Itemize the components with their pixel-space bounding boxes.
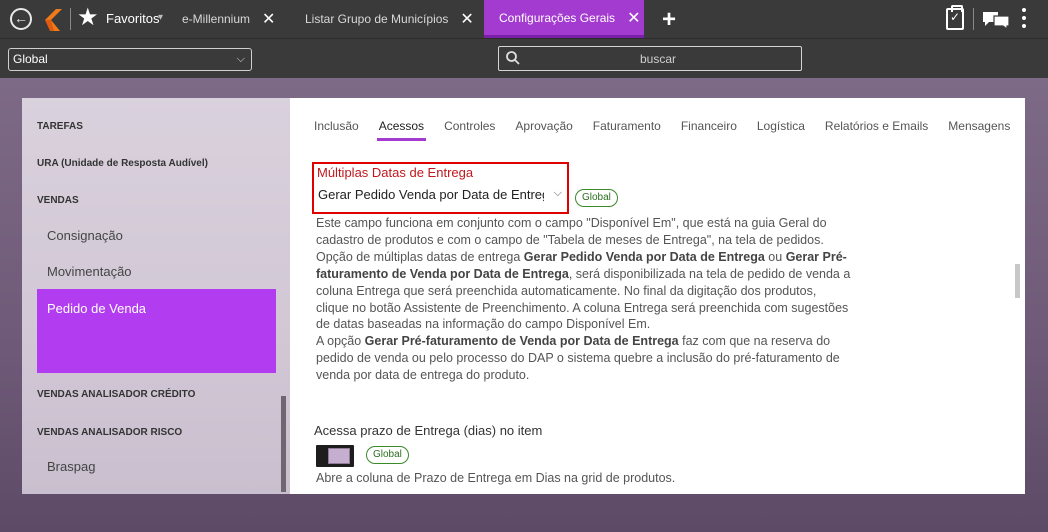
tab-acessos[interactable]: Acessos (376, 119, 427, 141)
select-value: Gerar Pedido Venda por Data de Entrega (318, 187, 544, 202)
settings-tabs: Inclusão Acessos Controles Aprovação Fat… (314, 119, 1025, 141)
tab-label: e-Millennium (182, 12, 251, 26)
sidebar-item-movimentacao[interactable]: Movimentação (22, 264, 280, 279)
sidebar-item-consignacao[interactable]: Consignação (22, 228, 280, 243)
add-tab-button[interactable]: + (662, 8, 676, 32)
tab-logistica[interactable]: Logística (757, 119, 805, 141)
tab-inclusao[interactable]: Inclusão (314, 119, 359, 141)
filter-bar: Global ⌵ (0, 38, 1048, 78)
settings-panel: Inclusão Acessos Controles Aprovação Fat… (290, 98, 1025, 494)
chat-icon[interactable] (982, 11, 1010, 29)
tab-label: Configurações Gerais (499, 10, 616, 25)
sidebar: TAREFAS URA (Unidade de Resposta Audível… (22, 98, 290, 494)
clipboard-check-icon[interactable] (946, 5, 964, 30)
sidebar-item-vendas-analisador-credito[interactable]: VENDAS ANALISADOR CRÉDITO (22, 389, 280, 400)
tab-e-millennium[interactable]: e-Millennium ✕ (182, 0, 275, 38)
field-title-prazo-entrega: Acessa prazo de Entrega (dias) no item (314, 423, 543, 438)
scope-select[interactable]: Global ⌵ (8, 48, 252, 71)
sidebar-item-vendas-analisador-risco[interactable]: VENDAS ANALISADOR RISCO (22, 427, 280, 438)
field-description: Abre a coluna de Prazo de Entrega em Dia… (316, 471, 676, 485)
sidebar-item-ura[interactable]: URA (Unidade de Resposta Audível) (22, 158, 280, 169)
global-badge: Global (575, 189, 618, 207)
tab-mensagens[interactable]: Mensagens (948, 119, 1010, 141)
sidebar-item-braspag[interactable]: Braspag (22, 459, 280, 474)
tab-configuracoes-gerais[interactable]: Configurações Gerais ✕ (484, 0, 644, 38)
multiplas-datas-select[interactable]: Gerar Pedido Venda por Data de Entrega ⌵ (318, 187, 564, 209)
search-icon (506, 51, 520, 65)
tab-financeiro[interactable]: Financeiro (681, 119, 737, 141)
panel-scrollbar[interactable] (1015, 264, 1020, 298)
chevron-down-icon[interactable]: ▾ (158, 12, 163, 23)
sidebar-item-tarefas[interactable]: TAREFAS (22, 121, 280, 132)
close-icon[interactable]: ✕ (262, 9, 275, 29)
star-icon[interactable]: ★ (77, 5, 99, 31)
description-paragraph: A opção Gerar Pré-faturamento de Venda p… (316, 334, 840, 383)
top-tab-bar: ← ★ Favoritos ▾ e-Millennium ✕ Listar Gr… (0, 0, 1048, 38)
tab-listar-grupo-municipios[interactable]: Listar Grupo de Municípios ✕ (305, 0, 474, 38)
field-description: Este campo funciona em conjunto com o ca… (316, 215, 851, 384)
field-title-multiplas-datas: Múltiplas Datas de Entrega (317, 165, 474, 180)
prazo-entrega-toggle[interactable] (316, 445, 354, 467)
tab-aprovacao[interactable]: Aprovação (515, 119, 572, 141)
tab-label: Listar Grupo de Municípios (305, 12, 449, 26)
close-icon[interactable]: ✕ (460, 9, 473, 29)
toggle-knob (328, 448, 350, 464)
close-icon[interactable]: ✕ (627, 8, 640, 28)
tab-faturamento[interactable]: Faturamento (593, 119, 661, 141)
sidebar-scrollbar[interactable] (281, 396, 286, 492)
search-box[interactable] (498, 46, 802, 71)
chevron-down-icon: ⌵ (236, 53, 245, 65)
tab-controles[interactable]: Controles (444, 119, 495, 141)
description-paragraph: Opção de múltiplas datas de entrega Gera… (316, 249, 851, 332)
global-badge: Global (366, 446, 409, 464)
search-input[interactable] (523, 47, 793, 70)
back-arrow-icon[interactable]: ← (10, 8, 32, 30)
favorites-menu[interactable]: Favoritos (106, 11, 159, 26)
kebab-menu-icon[interactable] (1021, 8, 1027, 30)
toolbar-divider (973, 8, 974, 30)
description-paragraph: Este campo funciona em conjunto com o ca… (316, 216, 827, 247)
chevron-down-icon: ⌵ (553, 187, 562, 199)
toolbar-divider (70, 8, 71, 30)
scope-select-value: Global (13, 52, 48, 66)
logo-icon[interactable] (44, 9, 62, 31)
tab-relatorios-emails[interactable]: Relatórios e Emails (825, 119, 928, 141)
sidebar-item-pedido-de-venda[interactable]: Pedido de Venda (37, 289, 276, 373)
sidebar-item-vendas[interactable]: VENDAS (22, 195, 280, 206)
